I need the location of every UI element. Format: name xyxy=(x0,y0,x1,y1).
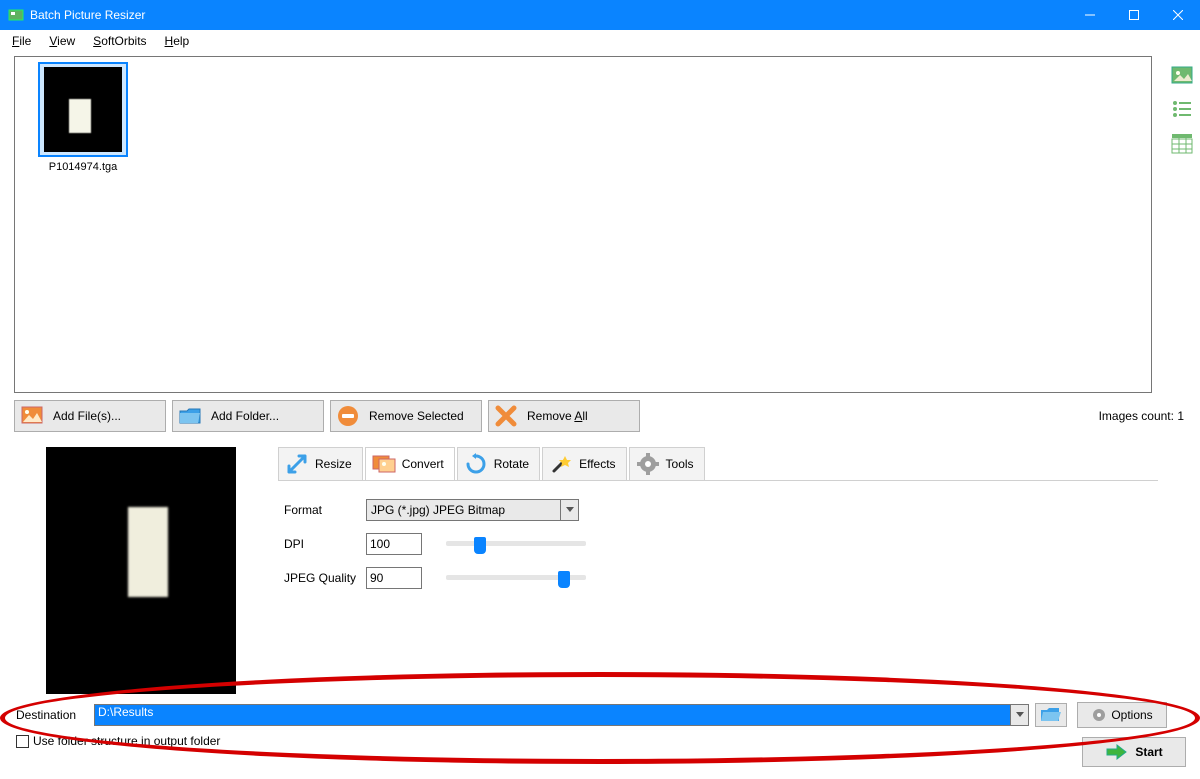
remove-all-icon xyxy=(495,405,517,427)
gear-icon xyxy=(1091,707,1107,723)
thumbnail-name: P1014974.tga xyxy=(29,161,137,173)
use-folder-structure-label: Use folder structure in output folder xyxy=(33,734,220,748)
tab-label: Convert xyxy=(402,457,444,471)
menubar: File View SoftOrbits Help xyxy=(0,30,1200,52)
close-button[interactable] xyxy=(1156,0,1200,30)
tab-tools[interactable]: Tools xyxy=(629,447,705,481)
convert-icon xyxy=(372,452,396,476)
images-count: Images count: 1 xyxy=(1099,409,1184,423)
dpi-label: DPI xyxy=(278,537,366,551)
add-folder-button[interactable]: Add Folder... xyxy=(172,400,324,432)
maximize-button[interactable] xyxy=(1112,0,1156,30)
format-select[interactable]: JPG (*.jpg) JPEG Bitmap xyxy=(366,499,579,521)
view-details-icon[interactable] xyxy=(1169,130,1195,156)
effects-icon xyxy=(549,452,573,476)
start-label: Start xyxy=(1135,745,1162,759)
tab-label: Rotate xyxy=(494,457,529,471)
options-button[interactable]: Options xyxy=(1077,702,1167,728)
preview-image xyxy=(46,447,236,694)
remove-all-button[interactable]: Remove All xyxy=(488,400,640,432)
format-value: JPG (*.jpg) JPEG Bitmap xyxy=(371,503,505,517)
btn-label: Add File(s)... xyxy=(53,409,121,423)
dpi-slider[interactable] xyxy=(446,537,586,551)
arrow-right-icon xyxy=(1105,743,1127,761)
folder-open-icon xyxy=(1040,706,1062,724)
tab-effects[interactable]: Effects xyxy=(542,447,626,481)
convert-panel: Format JPG (*.jpg) JPEG Bitmap DPI JPEG … xyxy=(278,480,1158,695)
remove-icon xyxy=(337,405,359,427)
resize-icon xyxy=(285,452,309,476)
tab-resize[interactable]: Resize xyxy=(278,447,363,481)
titlebar: Batch Picture Resizer xyxy=(0,0,1200,30)
menu-view[interactable]: View xyxy=(41,32,83,50)
rotate-icon xyxy=(464,452,488,476)
btn-label: Remove All xyxy=(527,409,588,423)
image-icon xyxy=(21,405,43,427)
destination-label: Destination xyxy=(16,708,94,722)
destination-value: D:\Results xyxy=(98,705,153,719)
chevron-down-icon[interactable] xyxy=(1010,705,1028,725)
browse-button[interactable] xyxy=(1035,703,1067,727)
folder-icon xyxy=(179,405,201,427)
minimize-button[interactable] xyxy=(1068,0,1112,30)
menu-file[interactable]: File xyxy=(4,32,39,50)
tab-label: Effects xyxy=(579,457,615,471)
format-label: Format xyxy=(278,503,366,517)
add-files-button[interactable]: Add File(s)... xyxy=(14,400,166,432)
quality-input[interactable] xyxy=(366,567,422,589)
tab-rotate[interactable]: Rotate xyxy=(457,447,540,481)
tab-convert[interactable]: Convert xyxy=(365,447,455,481)
menu-softorbits[interactable]: SoftOrbits xyxy=(85,32,154,50)
start-button[interactable]: Start xyxy=(1082,737,1186,767)
chevron-down-icon xyxy=(560,500,578,520)
view-thumbnails-icon[interactable] xyxy=(1169,62,1195,88)
btn-label: Add Folder... xyxy=(211,409,279,423)
btn-label: Remove Selected xyxy=(369,409,464,423)
quality-slider[interactable] xyxy=(446,571,586,585)
thumbnail-item[interactable]: P1014974.tga xyxy=(29,62,137,173)
dpi-input[interactable] xyxy=(366,533,422,555)
gallery[interactable]: P1014974.tga xyxy=(14,56,1152,393)
destination-input[interactable]: D:\Results xyxy=(94,704,1029,726)
app-icon xyxy=(8,7,24,23)
use-folder-structure-checkbox[interactable] xyxy=(16,735,29,748)
app-title: Batch Picture Resizer xyxy=(30,8,145,22)
quality-label: JPEG Quality xyxy=(278,571,366,585)
menu-help[interactable]: Help xyxy=(157,32,198,50)
tab-label: Tools xyxy=(666,457,694,471)
view-list-icon[interactable] xyxy=(1169,96,1195,122)
options-label: Options xyxy=(1111,708,1152,722)
remove-selected-button[interactable]: Remove Selected xyxy=(330,400,482,432)
thumbnail-image xyxy=(44,67,122,152)
gear-icon xyxy=(636,452,660,476)
tab-label: Resize xyxy=(315,457,352,471)
